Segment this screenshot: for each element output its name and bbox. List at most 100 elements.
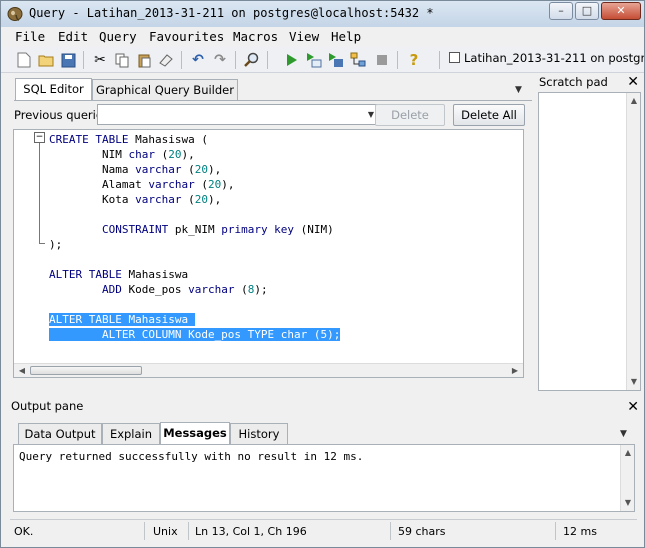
tab-sql-editor[interactable]: SQL Editor (15, 78, 92, 100)
code-token: varchar (188, 283, 235, 296)
output-scrollbar[interactable]: ▲ ▼ (620, 445, 634, 511)
explain-icon[interactable] (349, 51, 367, 69)
code-line: CREATE TABLE Mahasiswa ( (49, 132, 208, 147)
tab-menu-icon[interactable]: ▼ (515, 85, 522, 95)
horizontal-scrollbar[interactable]: ◀ ▶ (14, 363, 523, 377)
output-pane-title: Output pane (11, 399, 84, 413)
paste-icon[interactable] (135, 51, 153, 69)
tab-graphical-query-builder[interactable]: Graphical Query Builder (92, 79, 238, 100)
scroll-up-icon[interactable]: ▲ (628, 95, 640, 107)
code-line: Nama varchar (20), (49, 162, 221, 177)
code-line: Alamat varchar (20), (49, 177, 234, 192)
fold-line (39, 143, 40, 243)
find-icon[interactable] (243, 51, 261, 69)
tab-divider (14, 100, 532, 101)
copy-icon[interactable] (113, 51, 131, 69)
code-token: varchar (135, 163, 182, 176)
maximize-button[interactable]: □ (575, 2, 599, 20)
execute-to-file-icon[interactable] (327, 51, 345, 69)
menu-favourites[interactable]: Favourites (149, 29, 224, 44)
code-token: ), (207, 193, 222, 206)
scratch-pad-panel: Scratch pad ✕ ▲ ▼ (536, 74, 643, 395)
code-token: Kode_pos (121, 283, 189, 296)
code-token: 20 (168, 148, 182, 161)
code-token: Nama (49, 163, 136, 176)
undo-icon[interactable]: ↶ (189, 51, 207, 69)
clear-icon[interactable] (157, 51, 175, 69)
output-pane: Data Output Explain Messages History ▼ Q… (10, 419, 636, 513)
status-elapsed-time: 12 ms (563, 525, 597, 538)
code-token: pk_NIM (168, 223, 222, 236)
tab-data-output[interactable]: Data Output (18, 423, 102, 444)
delete-all-button[interactable]: Delete All (453, 104, 525, 126)
code-token: Mahasiswa ( (128, 133, 208, 146)
tab-history[interactable]: History (230, 423, 288, 444)
scratch-pad-textarea[interactable]: ▲ ▼ (538, 92, 641, 391)
code-line: ALTER TABLE Mahasiswa (49, 312, 195, 327)
code-token: ADD (101, 283, 122, 296)
execute-icon[interactable] (283, 51, 301, 69)
scroll-thumb[interactable] (30, 366, 142, 375)
code-line: ADD Kode_pos varchar (8); (49, 282, 268, 297)
new-file-icon[interactable] (15, 51, 33, 69)
messages-output[interactable]: Query returned successfully with no resu… (13, 444, 635, 512)
delete-button[interactable]: Delete (375, 104, 445, 126)
code-token: (NIM) (294, 223, 334, 236)
code-token: 20 (194, 193, 208, 206)
code-token: ); (49, 238, 63, 251)
sql-editor-panel: SQL Editor Graphical Query Builder ▼ Pre… (10, 75, 532, 395)
code-line: ALTER TABLE Mahasiswa (49, 267, 188, 282)
code-token: CONSTRAINT (101, 223, 169, 236)
title-bar: Query - Latihan_2013-31-211 on postgres@… (1, 1, 644, 27)
scroll-left-icon[interactable]: ◀ (16, 365, 28, 377)
status-bar: OK. Unix Ln 13, Col 1, Ch 196 59 chars 1… (10, 519, 637, 541)
cut-icon[interactable]: ✂ (91, 51, 109, 69)
code-token: ), (181, 148, 195, 161)
connection-checkbox[interactable] (449, 52, 460, 63)
menu-edit[interactable]: Edit (58, 29, 88, 44)
code-token: ), (221, 178, 235, 191)
code-token: NIM (49, 148, 129, 161)
code-line: Kota varchar (20), (49, 192, 221, 207)
output-pane-header: Output pane ✕ (10, 399, 643, 417)
scroll-up-icon[interactable]: ▲ (622, 447, 634, 459)
code-token: ( (234, 283, 248, 296)
scratch-pad-close-icon[interactable]: ✕ (627, 74, 639, 90)
open-file-icon[interactable] (37, 51, 55, 69)
minimize-button[interactable]: – (549, 2, 573, 20)
code-token: ( (154, 148, 169, 161)
code-token: ); (254, 283, 268, 296)
fold-toggle-icon[interactable]: − (34, 132, 45, 143)
tab-messages[interactable]: Messages (160, 422, 230, 444)
code-token: 20 (194, 163, 208, 176)
connection-selector[interactable]: Latihan_2013-31-211 on postgres@localhos… (449, 51, 644, 69)
save-icon[interactable] (59, 51, 77, 69)
status-line-ending: Unix (153, 525, 178, 538)
code-line: CONSTRAINT pk_NIM primary key (NIM) (49, 222, 334, 237)
menu-help[interactable]: Help (331, 29, 361, 44)
previous-queries-dropdown[interactable]: ▼ (97, 104, 381, 125)
scroll-down-icon[interactable]: ▼ (622, 497, 634, 509)
close-window-button[interactable]: ✕ (601, 2, 641, 20)
tab-explain[interactable]: Explain (102, 423, 160, 444)
code-token: ( (194, 178, 208, 191)
redo-icon[interactable]: ↷ (211, 51, 229, 69)
code-line: ALTER COLUMN Kode_pos TYPE char (5); (49, 327, 341, 342)
status-char-count: 59 chars (398, 525, 446, 538)
execute-pgscript-icon[interactable] (305, 51, 323, 69)
help-icon[interactable]: ? (405, 51, 423, 69)
code-token: ALTER TABLE Mahasiswa (49, 313, 195, 326)
scroll-down-icon[interactable]: ▼ (628, 376, 640, 388)
scroll-right-icon[interactable]: ▶ (509, 365, 521, 377)
cancel-icon[interactable] (373, 51, 391, 69)
output-tab-menu-icon[interactable]: ▼ (620, 429, 627, 439)
code-line: ); (49, 237, 62, 252)
menu-file[interactable]: File (15, 29, 45, 44)
scratch-pad-scrollbar[interactable]: ▲ ▼ (626, 93, 640, 390)
menu-view[interactable]: View (289, 29, 319, 44)
status-state: OK. (14, 525, 34, 538)
output-pane-close-icon[interactable]: ✕ (627, 399, 639, 415)
menu-macros[interactable]: Macros (233, 29, 278, 44)
sql-code-editor[interactable]: − CREATE TABLE Mahasiswa ( NIM char (20)… (13, 129, 524, 378)
menu-query[interactable]: Query (99, 29, 137, 44)
